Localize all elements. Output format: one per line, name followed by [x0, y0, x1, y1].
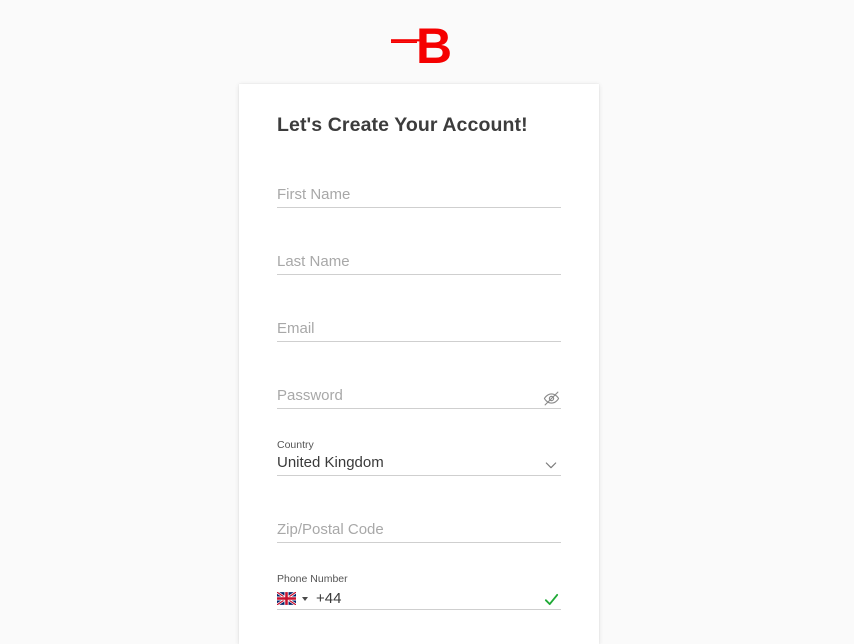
first-name-field[interactable]: First Name: [277, 163, 561, 230]
password-underline: [277, 408, 561, 410]
password-placeholder: Password: [277, 387, 343, 405]
email-placeholder: Email: [277, 320, 315, 338]
letter-b-logo-icon: B: [391, 16, 463, 68]
signup-page: B Let's Create Your Account! First Name …: [0, 0, 854, 644]
phone-dial-code: +44: [316, 590, 342, 608]
country-label: Country: [277, 438, 314, 451]
first-name-underline: [277, 207, 561, 209]
zip-postal-code-field[interactable]: Zip/Postal Code: [277, 498, 561, 565]
last-name-placeholder: Last Name: [277, 253, 350, 271]
email-field[interactable]: Email: [277, 297, 561, 364]
united-kingdom-flag-icon[interactable]: [277, 592, 296, 606]
first-name-placeholder: First Name: [277, 186, 351, 204]
phone-number-input-row[interactable]: +44: [277, 591, 341, 606]
check-icon: [541, 589, 561, 609]
email-underline: [277, 341, 561, 343]
signup-card: Let's Create Your Account! First Name La…: [239, 84, 599, 644]
country-underline: [277, 475, 561, 477]
brand-logo: B: [0, 14, 854, 70]
zip-postal-code-placeholder: Zip/Postal Code: [277, 521, 384, 539]
last-name-underline: [277, 274, 561, 276]
phone-number-label: Phone Number: [277, 572, 348, 585]
page-title: Let's Create Your Account!: [277, 114, 528, 136]
eye-off-icon[interactable]: [541, 388, 561, 408]
password-field[interactable]: Password: [277, 364, 561, 431]
svg-text:B: B: [416, 18, 452, 68]
phone-country-caret-icon[interactable]: [302, 596, 308, 601]
country-value: United Kingdom: [277, 454, 384, 472]
phone-number-field[interactable]: Phone Number +44: [277, 565, 561, 632]
zip-postal-code-underline: [277, 542, 561, 544]
chevron-down-icon[interactable]: [541, 455, 561, 475]
phone-number-underline: [277, 609, 561, 611]
last-name-field[interactable]: Last Name: [277, 230, 561, 297]
country-field[interactable]: Country United Kingdom: [277, 431, 561, 498]
